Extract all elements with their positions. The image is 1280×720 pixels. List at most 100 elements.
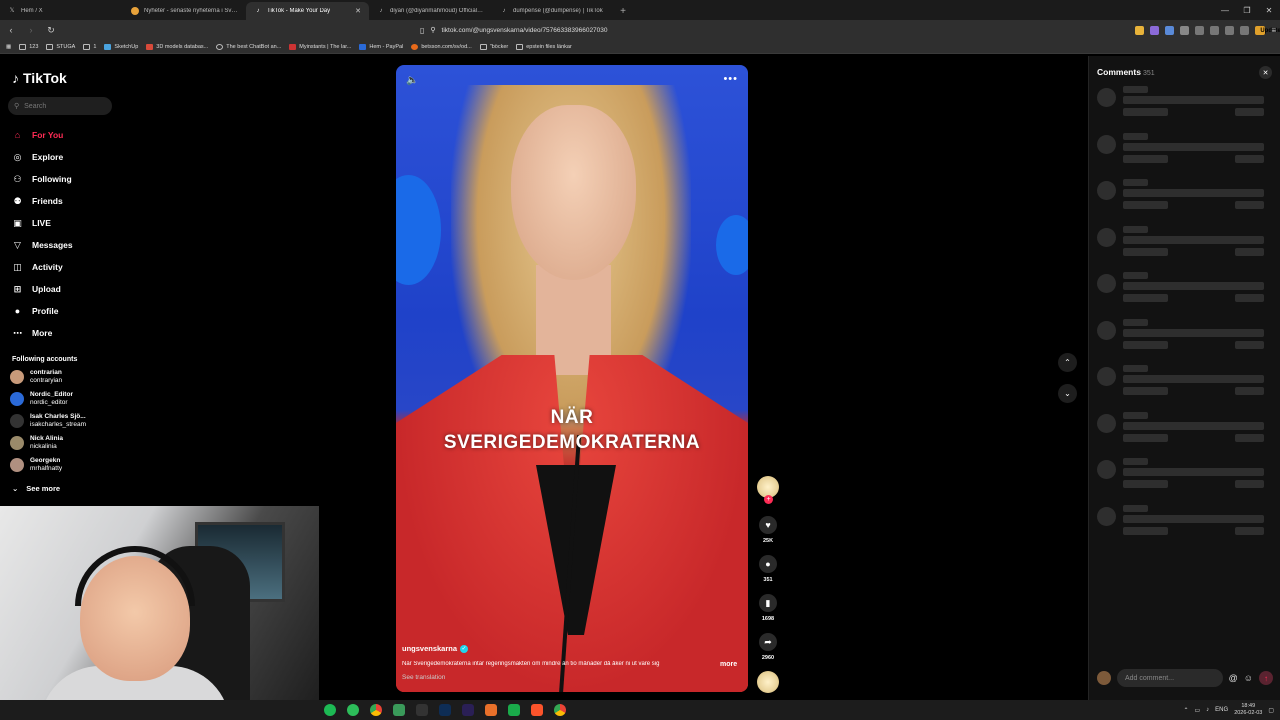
close-window-icon[interactable]: ✕	[1258, 0, 1280, 20]
sidebar-item-activity[interactable]: ◫ Activity	[12, 256, 73, 278]
bookmark-folder[interactable]: epstein files länkar	[516, 43, 572, 50]
follow-plus-icon[interactable]: +	[764, 495, 773, 504]
sidebar-item-for-you[interactable]: ⌂ For You	[12, 124, 73, 146]
sidebar-item-more[interactable]: ⋯ More	[12, 322, 73, 344]
close-tab-icon[interactable]: ✕	[355, 7, 361, 15]
comment-button[interactable]: ● 351	[756, 555, 780, 583]
forward-icon[interactable]: ›	[24, 23, 38, 37]
chevron-up-icon: ⌃	[1064, 358, 1071, 367]
browser-tab-active[interactable]: ♪ TikTok - Make Your Day ✕	[246, 2, 369, 20]
bookmark-item[interactable]: 123	[19, 43, 38, 50]
sidebar-item-messages[interactable]: ▽ Messages	[12, 234, 73, 256]
see-translation-link[interactable]: See translation	[402, 674, 445, 681]
app-icon[interactable]	[485, 704, 497, 716]
sidebar-item-explore[interactable]: ◎ Explore	[12, 146, 73, 168]
emoji-icon[interactable]: ☺	[1244, 673, 1253, 683]
extension-icon[interactable]	[1135, 25, 1145, 35]
premiere-icon[interactable]	[462, 704, 474, 716]
mention-icon[interactable]: @	[1229, 673, 1238, 683]
search-input[interactable]: ⚲ Search	[8, 97, 112, 115]
media-icon[interactable]	[1195, 25, 1205, 35]
avatar	[1097, 671, 1111, 685]
spotify-icon[interactable]	[324, 704, 336, 716]
following-account[interactable]: Nick Alinia nickalinia	[10, 435, 63, 451]
brave-icon[interactable]	[531, 704, 543, 716]
clock[interactable]: 18:49 2026-02-03	[1234, 703, 1262, 717]
previous-video-button[interactable]: ⌃	[1058, 353, 1077, 372]
bookmark-item[interactable]: Hem - PayPal	[359, 43, 403, 50]
send-button[interactable]: ↑	[1259, 671, 1273, 685]
bookmark-item[interactable]: STUGA	[46, 43, 75, 50]
following-account[interactable]: Isak Charles Sjö... isakcharles_stream	[10, 413, 86, 429]
following-account[interactable]: Georgekn mrhalfnatty	[10, 457, 62, 473]
bookmark-item[interactable]: SketchUp	[104, 43, 138, 50]
more-options-icon[interactable]: •••	[723, 73, 738, 85]
browser-tab[interactable]: 𝕏 Hem / X	[0, 2, 123, 20]
app-icon[interactable]	[508, 704, 520, 716]
reload-icon[interactable]: ↻	[44, 23, 58, 37]
bookmark-item[interactable]: The best ChatBot an...	[216, 43, 281, 50]
video-player[interactable]: NÄR SVERIGEDEMOKRATERNA 🔈 ••• ungsvenska…	[396, 65, 748, 692]
browser-tab[interactable]: ♪ dumpense (@dumpense) | TikTok	[492, 2, 615, 20]
upload-icon: ⊞	[13, 283, 22, 294]
maximize-icon[interactable]: ❐	[1236, 0, 1258, 20]
like-button[interactable]: ♥ 25K	[756, 516, 780, 544]
following-account[interactable]: contrarian contraryian	[10, 369, 62, 385]
tiktok-logo[interactable]: ♪ TikTok	[12, 70, 67, 86]
author-avatar[interactable]: +	[756, 476, 780, 504]
sidebar-item-profile[interactable]: ● Profile	[12, 300, 73, 322]
photoshop-icon[interactable]	[439, 704, 451, 716]
bookmark-icon[interactable]: ▯	[420, 26, 424, 35]
minimize-icon[interactable]: —	[1214, 0, 1236, 20]
sidebar-icon[interactable]	[1210, 25, 1220, 35]
bookmark-item[interactable]: 1	[83, 43, 96, 50]
apps-grid-icon[interactable]: ▦	[6, 44, 11, 50]
following-account[interactable]: Nordic_Editor nordic_editor	[10, 391, 73, 407]
sidebar-item-live[interactable]: ▣ LIVE	[12, 212, 73, 234]
volume-icon[interactable]: 🔈	[406, 75, 418, 86]
sidebar-item-label: For You	[32, 130, 64, 140]
see-more-button[interactable]: ⌄ See more	[12, 484, 60, 493]
comment-input[interactable]: Add comment...	[1117, 669, 1223, 687]
notifications-icon[interactable]: ▢	[1268, 707, 1274, 714]
app-icon[interactable]	[347, 704, 359, 716]
share-button[interactable]: ➦ 2960	[756, 633, 780, 661]
back-icon[interactable]: ‹	[4, 23, 18, 37]
new-tab-button[interactable]: +	[615, 2, 631, 20]
browser-tab[interactable]: ♪ diyari (@diyarimahmoud) Official | Ti…	[369, 2, 492, 20]
update-button[interactable]: Update	[1255, 25, 1280, 35]
sidebar-item-upload[interactable]: ⊞ Upload	[12, 278, 73, 300]
bookmark-item[interactable]: 3D models databas...	[146, 43, 208, 50]
vpn-icon[interactable]	[1240, 25, 1250, 35]
video-author[interactable]: ungsvenskarna ✓	[402, 644, 469, 653]
browser-tab[interactable]: Nyheter - senaste nyheterna i Sverig…	[123, 2, 246, 20]
more-link[interactable]: more	[720, 661, 737, 668]
avatar	[10, 436, 24, 450]
network-icon[interactable]: ▭	[1195, 707, 1201, 714]
language-indicator[interactable]: ENG	[1215, 707, 1228, 713]
music-disc[interactable]	[756, 671, 780, 693]
sidebar-item-following[interactable]: ⚇ Following	[12, 168, 73, 190]
volume-icon[interactable]: ♪	[1206, 707, 1209, 713]
menu-icon[interactable]: ≡	[1271, 26, 1276, 35]
app-icon[interactable]	[393, 704, 405, 716]
chevron-up-icon[interactable]: ⌃	[1183, 707, 1188, 714]
chrome-icon[interactable]	[370, 704, 382, 716]
url-field[interactable]: ▯ ⚲ tiktok.com/@ungsvenskarna/video/7576…	[414, 22, 884, 38]
address-bar-row: ‹ › ↻ ▯ ⚲ tiktok.com/@ungsvenskarna/vide…	[0, 20, 1280, 40]
save-button[interactable]: ▮ 1698	[756, 594, 780, 622]
next-video-button[interactable]: ⌄	[1058, 384, 1077, 403]
extension-icon[interactable]	[1165, 25, 1175, 35]
feed-navigation: ⌃ ⌄	[1058, 353, 1077, 415]
bookmark-item[interactable]: betsson.com/sv/od...	[411, 43, 472, 50]
close-comments-button[interactable]: ✕	[1259, 66, 1272, 79]
app-icon[interactable]	[416, 704, 428, 716]
extension-icon[interactable]	[1150, 25, 1160, 35]
site-info-icon[interactable]: ⚲	[430, 26, 435, 34]
bookmark-folder[interactable]: "böcker	[479, 43, 508, 50]
sidebar-item-friends[interactable]: ⚉ Friends	[12, 190, 73, 212]
wallet-icon[interactable]	[1225, 25, 1235, 35]
extension-icon[interactable]	[1180, 25, 1190, 35]
chrome-icon[interactable]	[554, 704, 566, 716]
bookmark-item[interactable]: Myinstants | The lar...	[289, 43, 351, 50]
